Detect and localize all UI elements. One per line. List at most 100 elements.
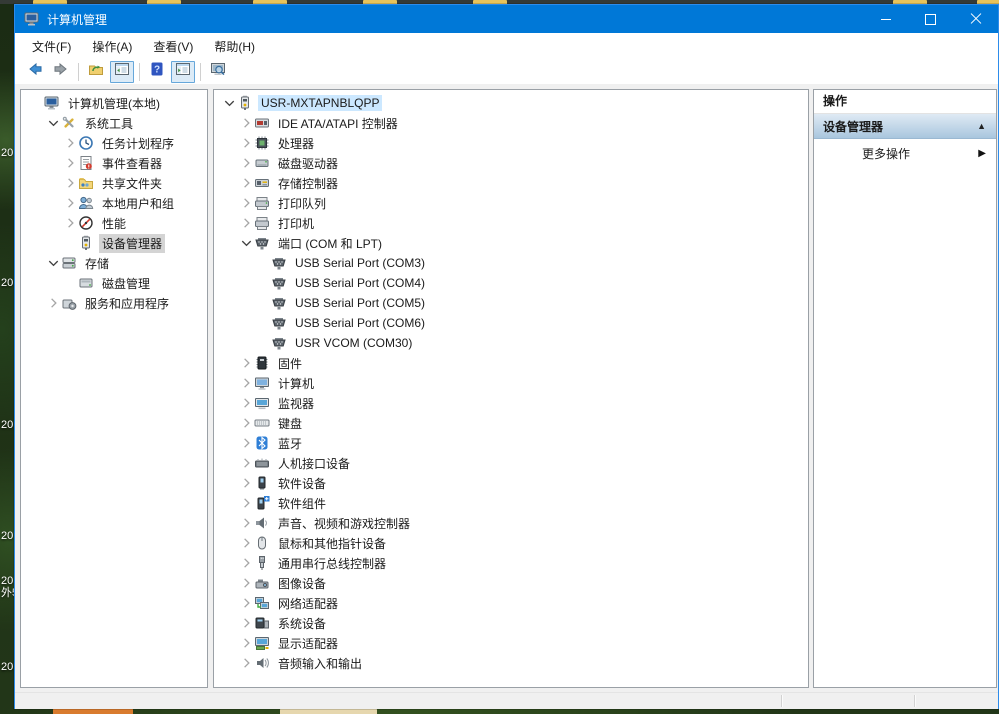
tree-item-label[interactable]: 计算机 bbox=[275, 374, 317, 393]
tree-item-label[interactable]: USR-MXTAPNBLQPP bbox=[258, 95, 382, 111]
tree-item[interactable]: 共享文件夹 bbox=[21, 173, 207, 193]
chevron-right-icon[interactable] bbox=[239, 395, 254, 411]
tree-item-label[interactable]: 网络适配器 bbox=[275, 594, 341, 613]
tree-item-label[interactable]: 打印队列 bbox=[275, 194, 329, 213]
chevron-right-icon[interactable] bbox=[239, 195, 254, 211]
tree-item[interactable]: USB Serial Port (COM4) bbox=[214, 273, 808, 293]
tree-item[interactable]: 事件查看器 bbox=[21, 153, 207, 173]
tree-item-label[interactable]: 服务和应用程序 bbox=[82, 294, 172, 313]
tree-item[interactable]: 人机接口设备 bbox=[214, 453, 808, 473]
actions-section-device-manager[interactable]: 设备管理器 ▲ bbox=[814, 114, 996, 139]
chevron-right-icon[interactable] bbox=[239, 575, 254, 591]
tree-item[interactable]: 存储控制器 bbox=[214, 173, 808, 193]
chevron-right-icon[interactable] bbox=[46, 295, 61, 311]
chevron-right-icon[interactable] bbox=[239, 215, 254, 231]
tree-item-label[interactable]: 存储控制器 bbox=[275, 174, 341, 193]
tree-item[interactable]: 计算机 bbox=[214, 373, 808, 393]
tree-item[interactable]: USB Serial Port (COM6) bbox=[214, 313, 808, 333]
chevron-right-icon[interactable] bbox=[239, 355, 254, 371]
maximize-button[interactable] bbox=[908, 5, 953, 33]
chevron-right-icon[interactable] bbox=[239, 415, 254, 431]
tree-item-label[interactable]: 打印机 bbox=[275, 214, 317, 233]
display-search-button[interactable] bbox=[206, 61, 230, 83]
tree-item[interactable]: 任务计划程序 bbox=[21, 133, 207, 153]
tree-item[interactable]: 网络适配器 bbox=[214, 593, 808, 613]
tree-item-label[interactable]: 共享文件夹 bbox=[99, 174, 165, 193]
tree-item[interactable]: IDE ATA/ATAPI 控制器 bbox=[214, 113, 808, 133]
tree-item[interactable]: USB Serial Port (COM3) bbox=[214, 253, 808, 273]
tree-item-label[interactable]: 本地用户和组 bbox=[99, 194, 177, 213]
chevron-right-icon[interactable] bbox=[63, 135, 78, 151]
chevron-right-icon[interactable] bbox=[239, 115, 254, 131]
help-button[interactable]: ? bbox=[145, 61, 169, 83]
tree-item[interactable]: 计算机管理(本地) bbox=[21, 93, 207, 113]
tree-item-label[interactable]: USB Serial Port (COM4) bbox=[292, 275, 428, 291]
tree-item-label[interactable]: USR VCOM (COM30) bbox=[292, 335, 415, 351]
tree-item[interactable]: 磁盘管理 bbox=[21, 273, 207, 293]
chevron-right-icon[interactable] bbox=[239, 455, 254, 471]
device-tree-panel[interactable]: USR-MXTAPNBLQPP IDE ATA/ATAPI 控制器处理器磁盘驱动器… bbox=[213, 89, 809, 688]
tree-item-label[interactable]: 软件组件 bbox=[275, 494, 329, 513]
chevron-right-icon[interactable] bbox=[239, 595, 254, 611]
tree-item-label[interactable]: 软件设备 bbox=[275, 474, 329, 493]
chevron-right-icon[interactable] bbox=[239, 155, 254, 171]
tree-item[interactable]: USB Serial Port (COM5) bbox=[214, 293, 808, 313]
tree-item[interactable]: 声音、视频和游戏控制器 bbox=[214, 513, 808, 533]
tree-item[interactable]: 性能 bbox=[21, 213, 207, 233]
tree-item-label[interactable]: 音频输入和输出 bbox=[275, 654, 365, 673]
tree-item[interactable]: 监视器 bbox=[214, 393, 808, 413]
tree-item[interactable]: 固件 bbox=[214, 353, 808, 373]
tree-item-label[interactable]: 计算机管理(本地) bbox=[65, 94, 163, 113]
chevron-right-icon[interactable] bbox=[239, 135, 254, 151]
tree-item[interactable]: 软件设备 bbox=[214, 473, 808, 493]
tree-item-label[interactable]: USB Serial Port (COM3) bbox=[292, 255, 428, 271]
console-tree-panel[interactable]: 计算机管理(本地)系统工具任务计划程序事件查看器共享文件夹本地用户和组性能设备管… bbox=[20, 89, 208, 688]
tree-item-label[interactable]: 通用串行总线控制器 bbox=[275, 554, 389, 573]
chevron-right-icon[interactable] bbox=[239, 475, 254, 491]
chevron-right-icon[interactable] bbox=[239, 555, 254, 571]
title-bar[interactable]: 计算机管理 bbox=[15, 5, 998, 33]
tree-item[interactable]: 系统工具 bbox=[21, 113, 207, 133]
folder-up-button[interactable] bbox=[84, 61, 108, 83]
chevron-down-icon[interactable] bbox=[222, 95, 237, 111]
menu-item-file[interactable]: 文件(F) bbox=[23, 34, 80, 59]
tree-item-label[interactable]: 端口 (COM 和 LPT) bbox=[275, 234, 385, 253]
tree-item-label[interactable]: 任务计划程序 bbox=[99, 134, 177, 153]
tree-item[interactable]: 处理器 bbox=[214, 133, 808, 153]
tree-item[interactable]: 设备管理器 bbox=[21, 233, 207, 253]
chevron-right-icon[interactable] bbox=[239, 515, 254, 531]
tree-item-label[interactable]: 磁盘驱动器 bbox=[275, 154, 341, 173]
tree-item-label[interactable]: IDE ATA/ATAPI 控制器 bbox=[275, 114, 401, 133]
tree-item-label[interactable]: 系统设备 bbox=[275, 614, 329, 633]
tree-item[interactable]: 通用串行总线控制器 bbox=[214, 553, 808, 573]
more-actions-item[interactable]: 更多操作 ▶ bbox=[814, 139, 996, 167]
tree-item[interactable]: 端口 (COM 和 LPT) bbox=[214, 233, 808, 253]
action-pane-toggle-button[interactable] bbox=[171, 61, 195, 83]
tree-item[interactable]: 系统设备 bbox=[214, 613, 808, 633]
tree-item[interactable]: 键盘 bbox=[214, 413, 808, 433]
chevron-down-icon[interactable] bbox=[239, 235, 254, 251]
tree-item-label[interactable]: 系统工具 bbox=[82, 114, 136, 133]
tree-item-label[interactable]: 蓝牙 bbox=[275, 434, 305, 453]
close-button[interactable] bbox=[953, 5, 998, 33]
forward-button[interactable] bbox=[49, 61, 73, 83]
chevron-right-icon[interactable] bbox=[63, 175, 78, 191]
chevron-right-icon[interactable] bbox=[239, 375, 254, 391]
chevron-right-icon[interactable] bbox=[239, 635, 254, 651]
tree-item[interactable]: 打印机 bbox=[214, 213, 808, 233]
chevron-right-icon[interactable] bbox=[239, 615, 254, 631]
tree-item-label[interactable]: 设备管理器 bbox=[99, 234, 165, 253]
tree-item[interactable]: 存储 bbox=[21, 253, 207, 273]
tree-item[interactable]: 图像设备 bbox=[214, 573, 808, 593]
tree-item[interactable]: USR VCOM (COM30) bbox=[214, 333, 808, 353]
chevron-right-icon[interactable] bbox=[63, 215, 78, 231]
tree-item[interactable]: 打印队列 bbox=[214, 193, 808, 213]
tree-item-label[interactable]: 存储 bbox=[82, 254, 112, 273]
tree-item-label[interactable]: 声音、视频和游戏控制器 bbox=[275, 514, 413, 533]
tree-item-label[interactable]: 磁盘管理 bbox=[99, 274, 153, 293]
tree-item-label[interactable]: 键盘 bbox=[275, 414, 305, 433]
tree-item-label[interactable]: USB Serial Port (COM5) bbox=[292, 295, 428, 311]
tree-item[interactable]: 磁盘驱动器 bbox=[214, 153, 808, 173]
menu-item-view[interactable]: 查看(V) bbox=[144, 34, 202, 59]
tree-item-label[interactable]: USB Serial Port (COM6) bbox=[292, 315, 428, 331]
